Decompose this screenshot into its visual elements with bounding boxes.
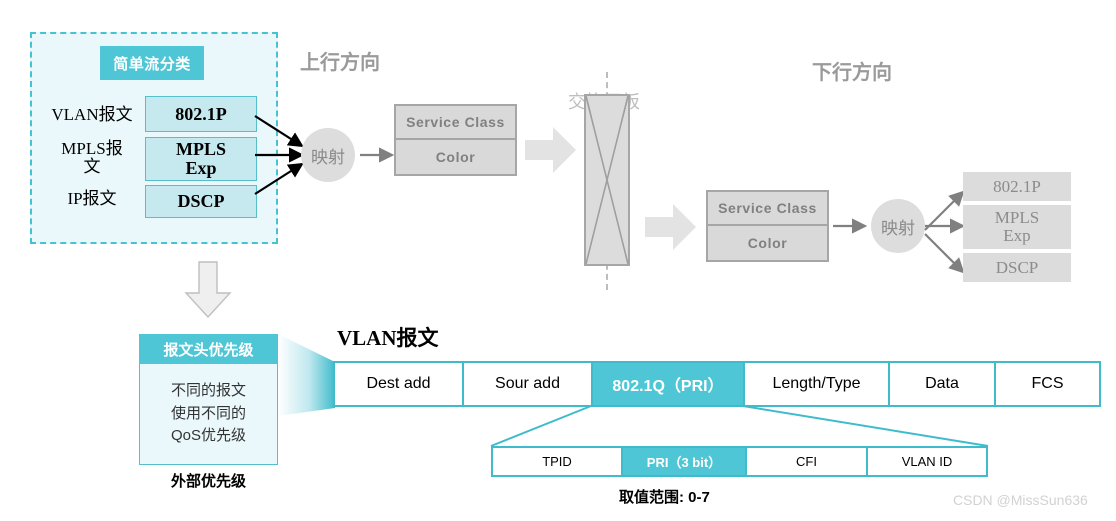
csdn-watermark: CSDN @MissSun636 bbox=[953, 492, 1088, 508]
protocol-label-vlan: VLAN报文 bbox=[51, 105, 133, 125]
upstream-heading: 上行方向 bbox=[300, 52, 380, 74]
block-arrow-into-fabric bbox=[525, 127, 576, 173]
priority-body-line-3: QoS优先级 bbox=[170, 427, 246, 445]
pri-value-range-note: 取值范围: 0-7 bbox=[619, 489, 710, 506]
frame-cell-sour-add[interactable]: Sour add bbox=[464, 363, 593, 405]
fabric-cross-lines bbox=[585, 95, 629, 265]
upstream-color-row: Color bbox=[435, 149, 476, 165]
frame-cell-length-type[interactable]: Length/Type bbox=[745, 363, 890, 405]
classification-field-8021p[interactable]: 802.1P bbox=[145, 96, 257, 132]
downstream-color-row: Color bbox=[747, 235, 788, 251]
output-box-dscp[interactable]: DSCP bbox=[963, 253, 1071, 282]
protocol-label-mpls: MPLS报 文 bbox=[61, 139, 123, 176]
upstream-service-class-row: Service Class bbox=[396, 106, 515, 140]
output-box-mpls-exp[interactable]: MPLS Exp bbox=[963, 205, 1071, 249]
tag-expansion-guides bbox=[490, 405, 989, 447]
tag-cell-tpid[interactable]: TPID bbox=[493, 448, 623, 475]
frame-cell-dest-add[interactable]: Dest add bbox=[335, 363, 464, 405]
frame-cell-data[interactable]: Data bbox=[890, 363, 996, 405]
priority-body-line-1: 不同的报文 bbox=[170, 382, 246, 400]
serviceclass-to-mapping-arrow-downstream bbox=[833, 218, 868, 234]
block-arrow-out-of-fabric bbox=[645, 204, 696, 250]
tag-cell-cfi[interactable]: CFI bbox=[747, 448, 868, 475]
tag-cell-pri[interactable]: PRI（3 bit） bbox=[623, 448, 747, 475]
vlan-frame-title: VLAN报文 bbox=[337, 326, 439, 350]
external-priority-caption: 外部优先级 bbox=[170, 473, 246, 490]
upstream-service-class-box: Service Class Color bbox=[394, 104, 517, 176]
downstream-service-class-box: Service Class Color bbox=[706, 190, 829, 262]
priority-body-line-2: 使用不同的 bbox=[170, 404, 246, 422]
upstream-mapping-circle[interactable]: 映射 bbox=[301, 128, 355, 182]
downstream-heading: 下行方向 bbox=[812, 62, 892, 84]
output-box-8021p[interactable]: 802.1P bbox=[963, 172, 1071, 201]
classification-field-mpls-exp[interactable]: MPLS Exp bbox=[145, 137, 257, 181]
block-arrow-down-to-priority bbox=[184, 261, 232, 319]
vlan-frame-row: Dest add Sour add 802.1Q（PRI） Length/Typ… bbox=[333, 361, 1101, 407]
packet-header-priority-title: 报文头优先级 bbox=[139, 334, 278, 364]
diagram-canvas: 简单流分类 VLAN报文 MPLS报 文 IP报文 802.1P MPLS Ex… bbox=[0, 0, 1116, 521]
tag-cell-vlan-id[interactable]: VLAN ID bbox=[868, 448, 986, 475]
vlan-tag-detail-row: TPID PRI（3 bit） CFI VLAN ID bbox=[491, 446, 988, 477]
packet-header-priority-body: 不同的报文 使用不同的 QoS优先级 bbox=[139, 364, 278, 465]
classification-field-dscp[interactable]: DSCP bbox=[145, 185, 257, 218]
mapping-to-serviceclass-arrow-upstream bbox=[360, 147, 395, 163]
classification-title-badge: 简单流分类 bbox=[100, 46, 204, 80]
switch-fabric-block bbox=[584, 94, 630, 266]
downstream-mapping-circle[interactable]: 映射 bbox=[871, 199, 925, 253]
protocol-label-ip: IP报文 bbox=[67, 189, 117, 209]
callout-connector-wedge bbox=[278, 334, 335, 416]
frame-cell-8021q-pri[interactable]: 802.1Q（PRI） bbox=[593, 363, 745, 405]
frame-cell-fcs[interactable]: FCS bbox=[996, 363, 1099, 405]
downstream-service-class-row: Service Class bbox=[708, 192, 827, 226]
